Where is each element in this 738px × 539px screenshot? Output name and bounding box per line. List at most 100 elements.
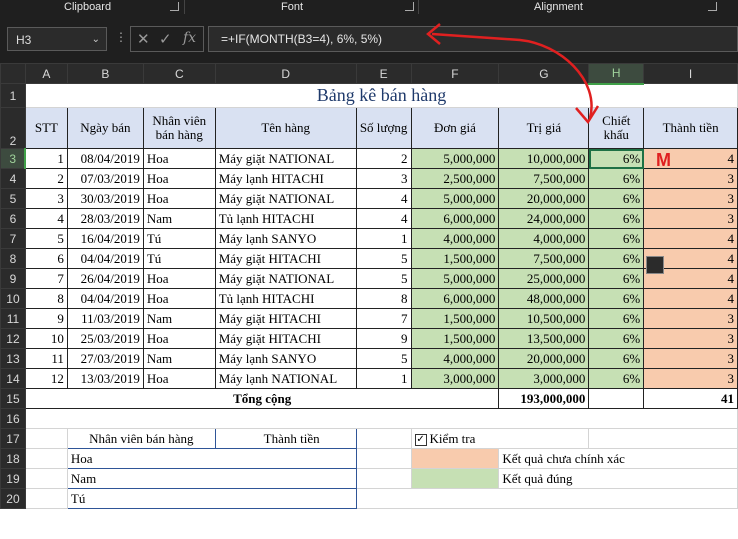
- cell-chiet-khau[interactable]: 6%: [588, 148, 645, 169]
- cell[interactable]: [24, 468, 68, 489]
- cell-ten-hang[interactable]: Máy giặt HITACHI: [214, 308, 357, 329]
- row-header-20[interactable]: 20: [0, 488, 26, 509]
- cell-stt[interactable]: 3: [24, 188, 68, 209]
- cell-stt[interactable]: 12: [24, 368, 68, 389]
- cell-ten-hang[interactable]: Máy giặt NATIONAL: [214, 148, 357, 169]
- cell-nhan-vien[interactable]: Tú: [142, 248, 216, 269]
- cell-don-gia[interactable]: 5,000,000: [410, 268, 500, 289]
- cell-don-gia[interactable]: 4,000,000: [410, 348, 500, 369]
- cell-ten-hang[interactable]: Máy lạnh HITACHI: [214, 168, 357, 189]
- cell-ten-hang[interactable]: Máy lạnh SANYO: [214, 348, 357, 369]
- row-header-6[interactable]: 6: [0, 208, 26, 229]
- cell-thanh-tien[interactable]: 3: [643, 168, 738, 189]
- cell-nhan-vien[interactable]: Hoa: [142, 188, 216, 209]
- header-stt[interactable]: STT: [24, 107, 68, 149]
- cell-chiet-khau[interactable]: 6%: [588, 288, 645, 309]
- cell-ngay-ban[interactable]: 28/03/2019: [66, 208, 144, 229]
- cell-ten-hang[interactable]: Máy lạnh SANYO: [214, 228, 357, 249]
- cell-ngay-ban[interactable]: 07/03/2019: [66, 168, 144, 189]
- cell-chiet-khau[interactable]: 6%: [588, 228, 645, 249]
- cell-so-luong[interactable]: 8: [355, 288, 412, 309]
- header-ngay-ban[interactable]: Ngày bán: [66, 107, 144, 149]
- blank-row[interactable]: [24, 408, 738, 429]
- cell-ten-hang[interactable]: Máy lạnh NATIONAL: [214, 368, 357, 389]
- cell-tri-gia[interactable]: 10,500,000: [498, 308, 590, 329]
- cell[interactable]: [355, 468, 412, 489]
- summary-name-hoa[interactable]: Hoa: [66, 448, 357, 469]
- cell[interactable]: [355, 488, 738, 509]
- legend-label-right[interactable]: Kết quả đúng: [498, 468, 738, 489]
- cell-so-luong[interactable]: 7: [355, 308, 412, 329]
- row-header-11[interactable]: 11: [0, 308, 26, 329]
- cell-ngay-ban[interactable]: 11/03/2019: [66, 308, 144, 329]
- cell-thanh-tien[interactable]: 3: [643, 368, 738, 389]
- cell-don-gia[interactable]: 6,000,000: [410, 208, 500, 229]
- cell-ten-hang[interactable]: Máy giặt HITACHI: [214, 328, 357, 349]
- column-header-f[interactable]: F: [410, 63, 500, 84]
- cell-nhan-vien[interactable]: Hoa: [142, 288, 216, 309]
- cell-thanh-tien[interactable]: 3: [643, 188, 738, 209]
- cell-so-luong[interactable]: 5: [355, 268, 412, 289]
- more-options-icon[interactable]: ⋮: [115, 30, 127, 44]
- cell-nhan-vien[interactable]: Hoa: [142, 268, 216, 289]
- summary-header-nv[interactable]: Nhân viên bán hàng: [66, 428, 216, 449]
- cell-don-gia[interactable]: 4,000,000: [410, 228, 500, 249]
- row-header-12[interactable]: 12: [0, 328, 26, 349]
- cell-tri-gia[interactable]: 7,500,000: [498, 168, 590, 189]
- ribbon-group-clipboard[interactable]: Clipboard: [64, 0, 111, 14]
- cell-so-luong[interactable]: 2: [355, 148, 412, 169]
- checkbox-icon[interactable]: ✓: [414, 433, 427, 446]
- cell-nhan-vien[interactable]: Hoa: [142, 328, 216, 349]
- cell-ten-hang[interactable]: Máy giặt NATIONAL: [214, 188, 357, 209]
- cell-nhan-vien[interactable]: Hoa: [142, 148, 216, 169]
- cell[interactable]: [355, 448, 412, 469]
- ribbon-group-font[interactable]: Font: [281, 0, 303, 14]
- column-header-d[interactable]: D: [214, 63, 357, 84]
- cell-so-luong[interactable]: 3: [355, 168, 412, 189]
- cell-chiet-khau[interactable]: 6%: [588, 188, 645, 209]
- cell[interactable]: [588, 428, 738, 449]
- cell-don-gia[interactable]: 3,000,000: [410, 368, 500, 389]
- cell-nhan-vien[interactable]: Tú: [142, 228, 216, 249]
- row-header-14[interactable]: 14: [0, 368, 26, 389]
- cell-tri-gia[interactable]: 24,000,000: [498, 208, 590, 229]
- cell-thanh-tien[interactable]: 3: [643, 348, 738, 369]
- row-header-15[interactable]: 15: [0, 388, 26, 409]
- cell-stt[interactable]: 7: [24, 268, 68, 289]
- cell-chiet-khau[interactable]: 6%: [588, 368, 645, 389]
- cell-ten-hang[interactable]: Máy giặt NATIONAL: [214, 268, 357, 289]
- cell-nhan-vien[interactable]: Nam: [142, 208, 216, 229]
- row-header-19[interactable]: 19: [0, 468, 26, 489]
- cell-don-gia[interactable]: 1,500,000: [410, 328, 500, 349]
- cell[interactable]: [24, 448, 68, 469]
- cell-tri-gia[interactable]: 10,000,000: [498, 148, 590, 169]
- cell-thanh-tien[interactable]: 4: [643, 228, 738, 249]
- cell-tri-gia[interactable]: 7,500,000: [498, 248, 590, 269]
- cell-don-gia[interactable]: 1,500,000: [410, 248, 500, 269]
- cell-chiet-khau[interactable]: 6%: [588, 248, 645, 269]
- cell-ten-hang[interactable]: Tủ lạnh HITACHI: [214, 288, 357, 309]
- cell-nhan-vien[interactable]: Hoa: [142, 168, 216, 189]
- alignment-launcher-icon[interactable]: [708, 2, 717, 11]
- cell-don-gia[interactable]: 5,000,000: [410, 188, 500, 209]
- cell-tri-gia[interactable]: 3,000,000: [498, 368, 590, 389]
- cell-tri-gia[interactable]: 13,500,000: [498, 328, 590, 349]
- cell[interactable]: [24, 428, 68, 449]
- chevron-down-icon[interactable]: ⌄: [92, 28, 100, 52]
- header-chiet-khau[interactable]: Chiết khấu: [588, 107, 645, 149]
- cell-so-luong[interactable]: 1: [355, 368, 412, 389]
- row-header-4[interactable]: 4: [0, 168, 26, 189]
- cell-don-gia[interactable]: 6,000,000: [410, 288, 500, 309]
- row-header-7[interactable]: 7: [0, 228, 26, 249]
- column-header-b[interactable]: B: [66, 63, 144, 84]
- row-header-13[interactable]: 13: [0, 348, 26, 369]
- cell-stt[interactable]: 6: [24, 248, 68, 269]
- header-don-gia[interactable]: Đơn giá: [410, 107, 500, 149]
- row-header-16[interactable]: 16: [0, 408, 26, 429]
- cell-chiet-khau[interactable]: 6%: [588, 208, 645, 229]
- cell-stt[interactable]: 11: [24, 348, 68, 369]
- select-all-corner[interactable]: [0, 63, 26, 84]
- header-so-luong[interactable]: Số lượng: [355, 107, 412, 149]
- column-header-a[interactable]: A: [24, 63, 68, 84]
- row-header-1[interactable]: 1: [0, 83, 26, 108]
